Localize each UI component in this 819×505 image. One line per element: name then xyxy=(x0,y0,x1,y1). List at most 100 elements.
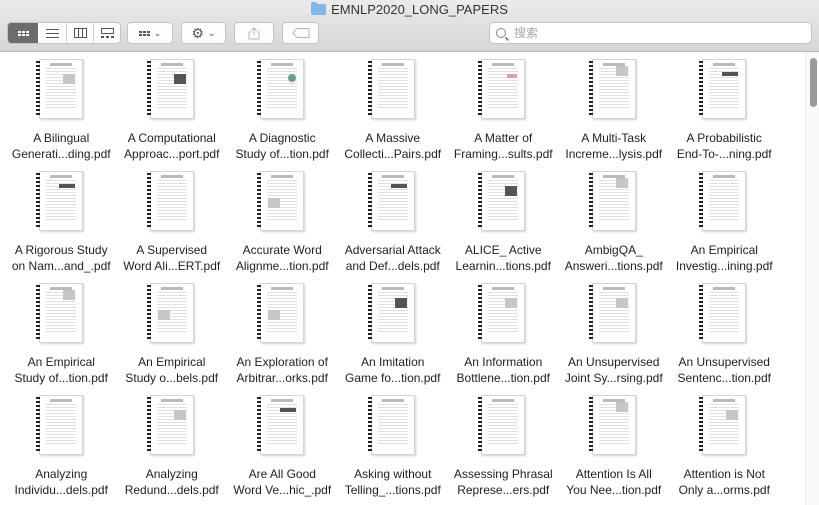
file-name: A Computational Approac...port.pdf xyxy=(124,130,219,162)
tags-control[interactable] xyxy=(283,23,318,43)
file-name-line2: You Nee...tion.pdf xyxy=(566,483,662,497)
file-name: Accurate Word Alignme...tion.pdf xyxy=(236,242,329,274)
action-menu-button[interactable]: ⚙ ⌄ xyxy=(181,22,226,44)
file-item[interactable]: A Probabilistic End-To-...ning.pdf xyxy=(669,58,780,170)
folder-icon xyxy=(311,2,327,15)
column-view-button[interactable] xyxy=(66,23,93,43)
file-name-line1: A Bilingual xyxy=(33,131,90,145)
pdf-document-icon xyxy=(257,59,307,121)
file-name-line2: Approac...port.pdf xyxy=(124,147,220,161)
file-name-line2: End-To-...ning.pdf xyxy=(676,147,772,161)
file-item[interactable]: Are All Good Word Ve...hic_.pdf xyxy=(227,394,338,505)
pdf-document-icon xyxy=(146,283,197,345)
file-name: An Imitation Game fo...tion.pdf xyxy=(345,354,440,386)
file-item[interactable]: A Rigorous Study on Nam...and_.pdf xyxy=(6,170,117,282)
pdf-document-icon xyxy=(146,59,197,121)
search-field[interactable] xyxy=(489,22,812,44)
file-item[interactable]: An Information Bottlene...tion.pdf xyxy=(448,282,559,394)
file-name-line1: Assessing Phrasal xyxy=(453,467,553,481)
file-item[interactable]: A Matter of Framing...sults.pdf xyxy=(448,58,559,170)
pdf-document-icon xyxy=(588,171,639,233)
pdf-document-icon xyxy=(146,395,197,457)
file-name-line2: Study o...bels.pdf xyxy=(125,371,219,385)
file-name-line1: An Unsupervised xyxy=(568,355,660,369)
share-button[interactable] xyxy=(234,22,274,44)
file-item[interactable]: AmbigQA_ Answeri...tions.pdf xyxy=(559,170,670,282)
scrollbar-thumb[interactable] xyxy=(810,58,817,107)
file-item[interactable]: Attention Is All You Nee...tion.pdf xyxy=(559,394,670,505)
file-grid: A Bilingual Generati...ding.pdf A Computat… xyxy=(0,52,819,505)
file-name: A Multi-Task Increme...lysis.pdf xyxy=(565,130,662,162)
window-title-text: EMNLP2020_LONG_PAPERS xyxy=(331,2,508,17)
file-name-line1: Attention is Not xyxy=(683,467,765,481)
share-control[interactable] xyxy=(235,23,273,43)
file-item[interactable]: Asking without Telling_...tions.pdf xyxy=(338,394,449,505)
pdf-document-icon xyxy=(478,59,528,121)
file-item[interactable]: Adversarial Attack and Def...dels.pdf xyxy=(338,170,449,282)
group-by-button[interactable]: ⌄ xyxy=(127,22,173,44)
vertical-scrollbar[interactable] xyxy=(805,52,819,505)
file-name: An Information Bottlene...tion.pdf xyxy=(457,354,550,386)
file-item[interactable]: Analyzing Redund...dels.pdf xyxy=(117,394,228,505)
file-name-line2: Represe...ers.pdf xyxy=(457,483,550,497)
file-name-line2: Redund...dels.pdf xyxy=(124,483,219,497)
pdf-document-icon xyxy=(699,59,749,121)
grid-icon xyxy=(17,30,29,36)
list-view-button[interactable] xyxy=(38,23,66,43)
file-name-line2: Investig...ining.pdf xyxy=(675,259,773,273)
tags-button[interactable] xyxy=(282,22,319,44)
file-item[interactable]: An Exploration of Arbitrar...orks.pdf xyxy=(227,282,338,394)
file-item[interactable]: An Empirical Study o...bels.pdf xyxy=(117,282,228,394)
file-item[interactable]: An Empirical Study of...tion.pdf xyxy=(6,282,117,394)
gear-icon: ⚙ xyxy=(191,24,204,41)
file-name-line2: Only a...orms.pdf xyxy=(678,483,770,497)
file-item[interactable]: An Empirical Investig...ining.pdf xyxy=(669,170,780,282)
file-name-line1: Accurate Word xyxy=(242,243,322,257)
chevron-down-icon: ⌄ xyxy=(208,27,216,38)
file-name-line1: An Imitation xyxy=(361,355,425,369)
file-name-line2: Alignme...tion.pdf xyxy=(235,259,329,273)
gallery-view-button[interactable] xyxy=(93,23,120,43)
file-item[interactable]: A Computational Approac...port.pdf xyxy=(117,58,228,170)
pdf-document-icon xyxy=(699,171,749,233)
file-item[interactable]: A Multi-Task Increme...lysis.pdf xyxy=(559,58,670,170)
file-item[interactable]: Accurate Word Alignme...tion.pdf xyxy=(227,170,338,282)
file-name: A Bilingual Generati...ding.pdf xyxy=(12,130,111,162)
file-name-line1: Asking without xyxy=(354,467,432,481)
action-menu-control[interactable]: ⚙ ⌄ xyxy=(182,23,225,43)
file-item[interactable]: Assessing Phrasal Represe...ers.pdf xyxy=(448,394,559,505)
file-name-line2: Collecti...Pairs.pdf xyxy=(344,147,442,161)
pdf-document-icon xyxy=(257,283,307,345)
file-item[interactable]: Analyzing Individu...dels.pdf xyxy=(6,394,117,505)
file-item[interactable]: A Supervised Word Ali...ERT.pdf xyxy=(117,170,228,282)
file-name-line2: Telling_...tions.pdf xyxy=(344,483,441,497)
file-name-line1: A Multi-Task xyxy=(581,131,647,145)
file-name: Are All Good Word Ve...hic_.pdf xyxy=(233,466,331,498)
file-item[interactable]: An Unsupervised Joint Sy...rsing.pdf xyxy=(559,282,670,394)
share-icon xyxy=(248,26,260,39)
file-item[interactable]: An Unsupervised Sentenc...tion.pdf xyxy=(669,282,780,394)
gallery-icon xyxy=(100,28,114,38)
file-item[interactable]: ALICE_ Active Learnin...tions.pdf xyxy=(448,170,559,282)
file-name: An Empirical Study of...tion.pdf xyxy=(15,354,108,386)
file-name: A Probabilistic End-To-...ning.pdf xyxy=(677,130,772,162)
file-name-line1: A Probabilistic xyxy=(686,131,762,145)
file-name: Attention Is All You Nee...tion.pdf xyxy=(566,466,661,498)
file-item[interactable]: A Bilingual Generati...ding.pdf xyxy=(6,58,117,170)
file-item[interactable]: A Diagnostic Study of...tion.pdf xyxy=(227,58,338,170)
file-name: An Empirical Investig...ining.pdf xyxy=(676,242,773,274)
file-item[interactable]: Attention is Not Only a...orms.pdf xyxy=(669,394,780,505)
file-name: An Unsupervised Joint Sy...rsing.pdf xyxy=(565,354,663,386)
group-grid-icon xyxy=(138,30,150,36)
file-name-line1: A Rigorous Study xyxy=(14,243,108,257)
pdf-document-icon xyxy=(36,283,86,345)
file-name-line1: Adversarial Attack xyxy=(344,243,441,257)
file-item[interactable]: An Imitation Game fo...tion.pdf xyxy=(338,282,449,394)
group-by-control[interactable]: ⌄ xyxy=(128,23,172,43)
file-item[interactable]: A Massive Collecti...Pairs.pdf xyxy=(338,58,449,170)
search-input[interactable] xyxy=(512,25,796,41)
file-name-line2: Answeri...tions.pdf xyxy=(564,259,663,273)
icon-view-button[interactable] xyxy=(8,23,38,43)
file-name-line1: An Unsupervised xyxy=(678,355,770,369)
file-name: Asking without Telling_...tions.pdf xyxy=(345,466,441,498)
